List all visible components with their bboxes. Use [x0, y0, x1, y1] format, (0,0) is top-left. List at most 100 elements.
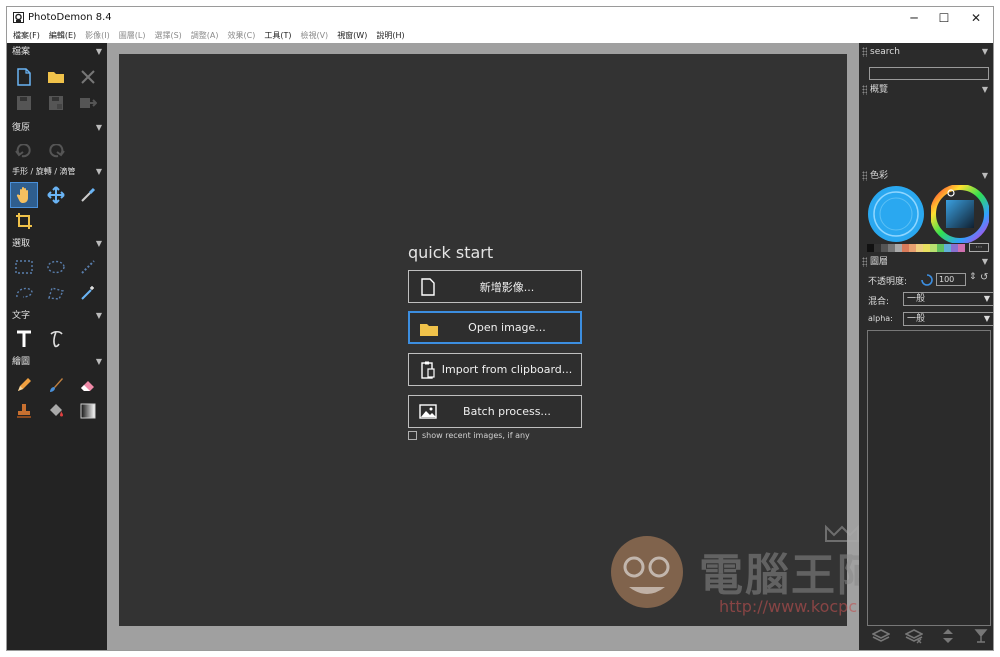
palette-swatch[interactable]	[867, 244, 874, 252]
toolbox-section-paint[interactable]: 繪圖 ▼	[7, 355, 107, 369]
toolbox-section-label: 繪圖	[12, 357, 31, 367]
save-as-icon[interactable]	[43, 91, 69, 115]
menu-tools[interactable]: 工具(T)	[264, 29, 291, 43]
toolbox-section-label: 選取	[12, 239, 31, 249]
maximize-button[interactable]: ☐	[927, 7, 961, 29]
menu-view[interactable]: 檢視(V)	[300, 29, 328, 43]
grip-icon[interactable]	[862, 171, 867, 181]
palette-swatch[interactable]	[902, 244, 909, 252]
move-tool-icon[interactable]	[43, 183, 69, 207]
clone-stamp-icon[interactable]	[11, 399, 37, 423]
overview-panel-title: 概覽	[870, 85, 889, 95]
palette-swatch[interactable]	[909, 244, 916, 252]
palette-swatch[interactable]	[930, 244, 937, 252]
alpha-mode-value: 一般	[907, 314, 926, 324]
opacity-input[interactable]: 100	[936, 273, 966, 286]
move-layer-up-icon[interactable]	[938, 626, 958, 646]
rect-select-icon[interactable]	[11, 255, 37, 279]
redo-icon[interactable]	[43, 139, 69, 163]
open-folder-icon[interactable]	[43, 65, 69, 89]
palette-swatch[interactable]	[944, 244, 951, 252]
grip-icon[interactable]	[862, 257, 867, 267]
overview-panel-header[interactable]: 概覽 ▼	[859, 83, 993, 97]
batch-process-button[interactable]: Batch process...	[408, 395, 582, 428]
menu-select[interactable]: 選擇(S)	[154, 29, 181, 43]
menu-edit[interactable]: 編輯(E)	[49, 29, 76, 43]
menu-help[interactable]: 說明(H)	[376, 29, 404, 43]
canvas-area: quick start 新增影像... Open image... Import…	[107, 43, 927, 650]
chevron-down-icon: ▼	[981, 85, 988, 94]
crop-tool-icon[interactable]	[11, 209, 37, 233]
palette-swatch[interactable]	[923, 244, 930, 252]
palette-more-button[interactable]: ⋯	[969, 243, 989, 252]
menu-image[interactable]: 影像(I)	[85, 29, 110, 43]
color-palette[interactable]	[867, 244, 965, 252]
undo-icon[interactable]	[11, 139, 37, 163]
toolbox-section-text[interactable]: 文字 ▼	[7, 309, 107, 323]
menu-effects[interactable]: 效果(C)	[228, 29, 256, 43]
blend-mode-select[interactable]: 一般 ▼	[903, 292, 993, 306]
hand-tool-icon[interactable]	[10, 182, 38, 208]
color-wheel[interactable]	[931, 185, 989, 243]
new-image-button[interactable]: 新增影像...	[408, 270, 582, 303]
chevron-down-icon: ▼	[981, 47, 988, 56]
merge-layer-down-icon[interactable]	[971, 626, 991, 646]
magic-wand-icon[interactable]	[75, 281, 101, 305]
save-icon[interactable]	[11, 91, 37, 115]
palette-swatch[interactable]	[874, 244, 881, 252]
color-panel-header[interactable]: 色彩 ▼	[859, 169, 993, 183]
layers-panel-title: 圖層	[870, 257, 889, 267]
palette-swatch[interactable]	[951, 244, 958, 252]
search-input[interactable]	[869, 67, 989, 80]
palette-swatch[interactable]	[888, 244, 895, 252]
close-file-icon[interactable]	[75, 65, 101, 89]
opacity-spin-icon[interactable]: ⇕	[969, 272, 977, 282]
pencil-icon[interactable]	[11, 373, 37, 397]
menu-bar: 檔案(F) 編輯(E) 影像(I) 圖層(L) 選擇(S) 調整(A) 效果(C…	[7, 29, 993, 43]
polygon-select-icon[interactable]	[43, 281, 69, 305]
palette-swatch[interactable]	[916, 244, 923, 252]
add-layer-icon[interactable]	[871, 626, 891, 646]
palette-swatch[interactable]	[895, 244, 902, 252]
menu-adjust[interactable]: 調整(A)	[191, 29, 219, 43]
toolbox-section-hand[interactable]: 手形 / 旋轉 / 滴管 ▼	[7, 165, 107, 179]
layer-list[interactable]	[867, 330, 991, 626]
close-button[interactable]: ✕	[959, 7, 993, 29]
import-clipboard-button[interactable]: Import from clipboard...	[408, 353, 582, 386]
typography-tool-icon[interactable]	[43, 327, 69, 351]
grip-icon[interactable]	[862, 85, 867, 95]
toolbox-section-file[interactable]: 檔案 ▼	[7, 45, 107, 59]
delete-layer-icon[interactable]	[904, 626, 924, 646]
toolbox-section-undo[interactable]: 復原 ▼	[7, 121, 107, 135]
new-file-icon[interactable]	[11, 65, 37, 89]
grip-icon[interactable]	[862, 47, 867, 57]
palette-swatch[interactable]	[958, 244, 965, 252]
show-recent-checkbox-row[interactable]: show recent images, if any	[408, 431, 530, 440]
toolbox-section-select[interactable]: 選取 ▼	[7, 237, 107, 251]
right-panel: search ▼ 概覽 ▼ 色彩 ▼ ⋯ 圖層 ▼ 不透明度: 100 ⇕ ↺ …	[859, 43, 993, 650]
paintbrush-icon[interactable]	[43, 373, 69, 397]
ellipse-select-icon[interactable]	[43, 255, 69, 279]
eyedropper-icon[interactable]	[75, 183, 101, 207]
palette-swatch[interactable]	[937, 244, 944, 252]
palette-swatch[interactable]	[881, 244, 888, 252]
export-icon[interactable]	[75, 91, 101, 115]
alpha-mode-select[interactable]: 一般 ▼	[903, 312, 993, 326]
minimize-button[interactable]: ─	[897, 7, 931, 29]
open-image-button[interactable]: Open image...	[408, 311, 582, 344]
reset-icon[interactable]: ↺	[980, 272, 988, 283]
layers-panel-header[interactable]: 圖層 ▼	[859, 255, 993, 269]
opacity-dial-icon[interactable]	[921, 274, 933, 286]
line-select-icon[interactable]	[75, 255, 101, 279]
menu-window[interactable]: 視窗(W)	[337, 29, 367, 43]
eraser-icon[interactable]	[75, 373, 101, 397]
menu-file[interactable]: 檔案(F)	[13, 29, 40, 43]
lasso-select-icon[interactable]	[11, 281, 37, 305]
primary-color-swatch[interactable]	[867, 185, 925, 243]
menu-layer[interactable]: 圖層(L)	[119, 29, 146, 43]
show-recent-checkbox[interactable]	[408, 431, 417, 440]
text-tool-icon[interactable]	[11, 327, 37, 351]
gradient-tool-icon[interactable]	[75, 399, 101, 423]
fill-bucket-icon[interactable]	[43, 399, 69, 423]
search-panel-header[interactable]: search ▼	[859, 45, 993, 59]
